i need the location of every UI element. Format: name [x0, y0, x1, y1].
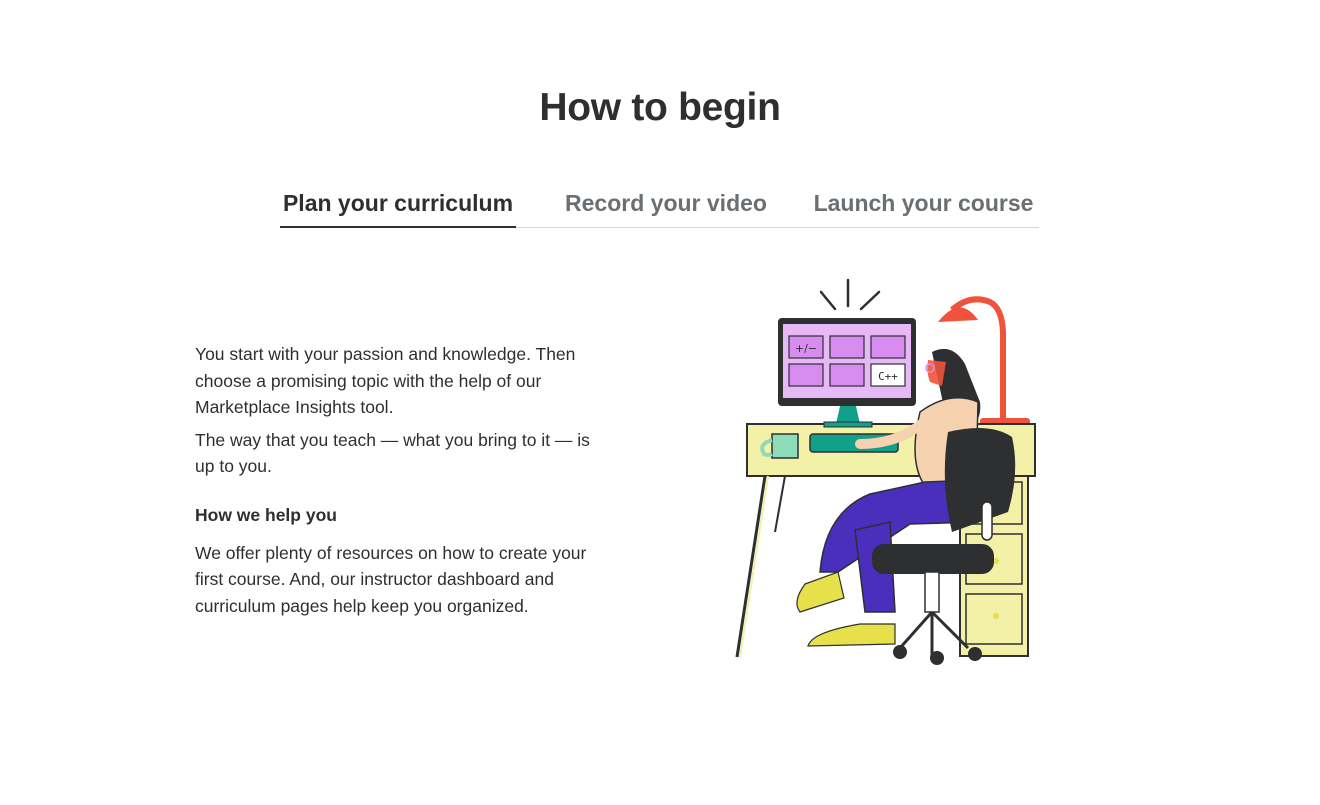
tab-bar: Plan your curriculum Record your video L…: [280, 178, 1039, 228]
tab-record-video[interactable]: Record your video: [548, 178, 784, 228]
woman-at-desk-illustration: +/− C++: [735, 278, 1036, 665]
teaching-paragraph: The way that you teach — what you bring …: [195, 429, 590, 477]
how-to-begin-section: How to begin Plan your curriculum Record…: [0, 0, 1320, 805]
tab-launch-course[interactable]: Launch your course: [808, 178, 1039, 228]
tile-plus-minus: +/−: [795, 342, 817, 355]
tile-cpp: C++: [878, 370, 898, 383]
section-title: How to begin: [539, 86, 781, 129]
intro-paragraph: You start with your passion and knowledg…: [195, 344, 576, 417]
tab-plan-curriculum[interactable]: Plan your curriculum: [280, 178, 516, 228]
help-subheading: How we help you: [195, 504, 337, 525]
tab-panel-content: You start with your passion and knowledg…: [195, 341, 595, 625]
computer-monitor: +/− C++: [778, 318, 916, 428]
spark-lines: [819, 278, 881, 311]
help-paragraph: We offer plenty of resources on how to c…: [195, 542, 587, 616]
